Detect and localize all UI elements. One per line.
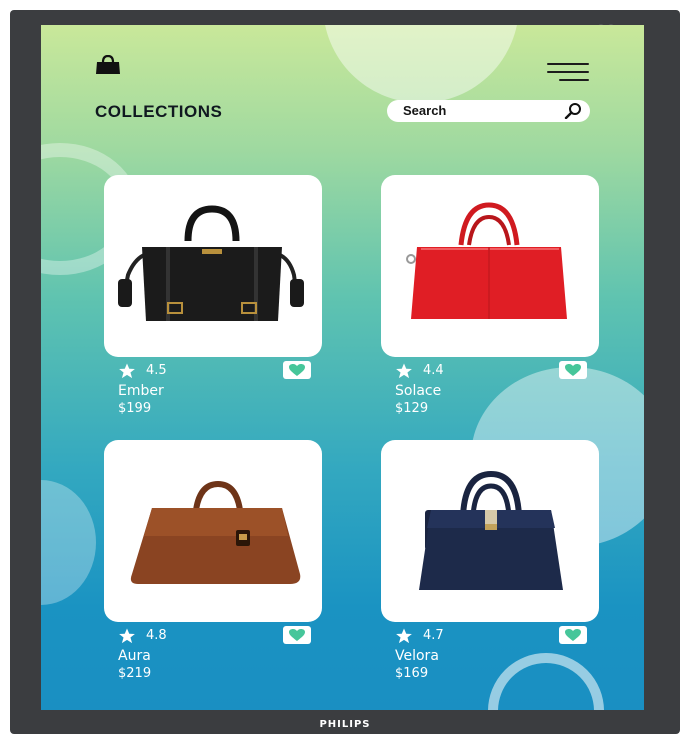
star-icon <box>119 628 135 644</box>
product-price: $129 <box>395 401 429 416</box>
star-icon <box>119 363 135 379</box>
hamburger-menu-icon[interactable] <box>547 63 589 83</box>
product-card-aura[interactable] <box>104 440 322 622</box>
monitor-brand-logo: PHILIPS <box>319 719 371 730</box>
page-title: COLLECTIONS <box>95 102 223 121</box>
product-rating: 4.4 <box>395 362 475 380</box>
decorative-circle <box>41 480 96 605</box>
product-name: Ember <box>118 383 164 399</box>
product-image <box>419 470 563 590</box>
product-name: Solace <box>395 383 442 399</box>
rating-value: 4.5 <box>146 363 167 378</box>
product-card-ember[interactable] <box>104 175 322 357</box>
star-icon <box>396 363 412 379</box>
search-placeholder: Search <box>403 103 447 118</box>
decorative-ring <box>488 653 604 710</box>
favorite-button[interactable] <box>559 626 587 644</box>
rating-value: 4.7 <box>423 628 444 643</box>
product-card-solace[interactable] <box>381 175 599 357</box>
product-price: $169 <box>395 666 429 681</box>
product-image <box>118 205 304 321</box>
heart-icon <box>289 629 305 641</box>
star-icon <box>396 628 412 644</box>
rating-value: 4.8 <box>146 628 167 643</box>
search-input[interactable]: Search <box>387 100 590 122</box>
favorite-button[interactable] <box>559 361 587 379</box>
product-card-velora[interactable] <box>381 440 599 622</box>
favorite-button[interactable] <box>283 626 311 644</box>
search-icon[interactable] <box>564 103 582 119</box>
product-image <box>406 202 567 319</box>
rating-value: 4.4 <box>423 363 444 378</box>
product-image <box>130 480 301 584</box>
product-price: $219 <box>118 666 152 681</box>
decorative-circle <box>323 25 519 103</box>
heart-icon <box>565 629 581 641</box>
product-price: $199 <box>118 401 152 416</box>
product-rating: 4.7 <box>395 627 475 645</box>
product-rating: 4.8 <box>118 627 198 645</box>
heart-icon <box>289 364 305 376</box>
product-name: Aura <box>118 648 151 664</box>
heart-icon <box>565 364 581 376</box>
product-rating: 4.5 <box>118 362 198 380</box>
app-screen: COLLECTIONS Search 4.5 Ember $199 4.4 So… <box>41 25 644 710</box>
product-name: Velora <box>395 648 439 664</box>
shopping-bag-icon <box>96 55 120 74</box>
favorite-button[interactable] <box>283 361 311 379</box>
